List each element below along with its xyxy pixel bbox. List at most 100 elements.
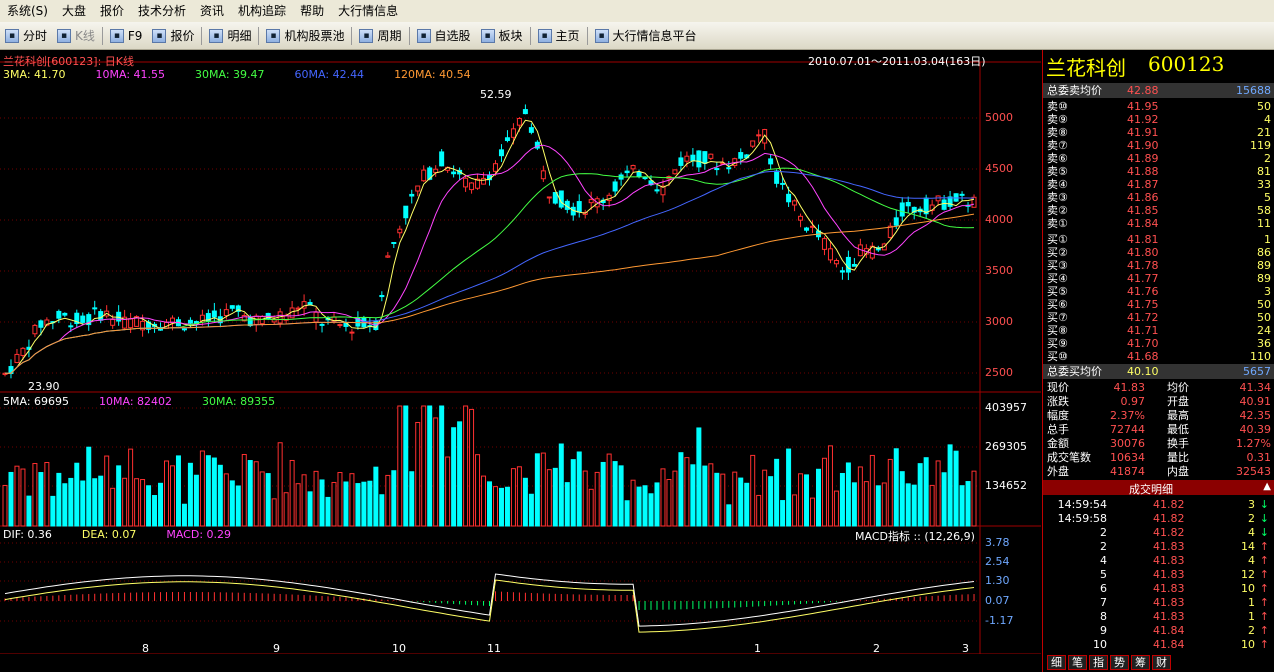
volume-bar (391, 470, 397, 527)
candle-body (774, 170, 780, 184)
trade-price: 41.83 (1153, 568, 1185, 581)
low-price-label: 23.90 (28, 380, 60, 393)
kline-chart[interactable] (0, 50, 1041, 654)
volume-bar (923, 457, 929, 527)
panel-tab[interactable]: 笔 (1068, 655, 1087, 670)
panel-tab[interactable]: 指 (1089, 655, 1108, 670)
volume-bar (666, 478, 672, 527)
volume-bar (277, 442, 283, 527)
volume-bar (14, 465, 20, 527)
volume-bar (558, 443, 564, 527)
toolbar-button-0[interactable]: ▪ 分时 (0, 25, 52, 47)
toolbar-button-9[interactable]: ▪ 主页 (533, 25, 585, 47)
ask-label: 卖⑤ (1047, 165, 1068, 178)
quote-row: 7 41.83 1 ↑ (1043, 596, 1274, 609)
volume-bar (409, 471, 415, 527)
volume-bar (259, 471, 265, 527)
chart-area[interactable]: 兰花科创[600123]: 日K线 2010.07.01～2011.03.04(… (0, 50, 1041, 654)
candle-body (528, 127, 534, 133)
candle-body (337, 324, 343, 327)
toolbar-button-2[interactable]: ▪ F9 (105, 25, 148, 47)
candle-body (409, 193, 415, 197)
ask-label: 卖⑩ (1047, 100, 1068, 113)
candle-body (798, 215, 804, 221)
bid-label: 买⑥ (1047, 298, 1068, 311)
trade-detail-header[interactable]: 成交明细 ▲ (1043, 480, 1274, 496)
stat-label: 总手 (1047, 423, 1069, 436)
quote-row: 卖② 41.85 58 (1043, 204, 1274, 217)
ask-price: 41.95 (1127, 100, 1159, 113)
axis-tick-label: 1.30 (985, 574, 1010, 587)
volume-bar (265, 473, 271, 527)
quote-row: 总手 72744 最低 40.39 (1043, 423, 1274, 436)
stat-label: 金额 (1047, 437, 1069, 450)
bid-label: 买② (1047, 246, 1068, 259)
chart-date-range: 2010.07.01～2011.03.04(163日) (808, 55, 986, 68)
panel-tab[interactable]: 筹 (1131, 655, 1150, 670)
volume-bar (98, 475, 104, 527)
toolbar-button-4[interactable]: ▪ 明细 (204, 25, 256, 47)
candle-body (792, 200, 798, 206)
menu-item-5[interactable]: 机构追踪 (231, 0, 293, 22)
panel-tab[interactable]: 细 (1047, 655, 1066, 670)
stat-label: 涨跌 (1047, 395, 1069, 408)
volume-bar (193, 474, 199, 527)
volume-bar (86, 446, 92, 527)
legend-item: 120MA: 40.54 (394, 68, 471, 81)
menu-item-6[interactable]: 帮助 (293, 0, 331, 22)
trade-price: 41.82 (1153, 526, 1185, 539)
candle-body (391, 242, 397, 245)
candle-body (893, 217, 899, 226)
volume-bar (433, 417, 439, 527)
volume-bar (804, 474, 810, 527)
panel-tab[interactable]: 势 (1110, 655, 1129, 670)
toolbar-button-10[interactable]: ▪ 大行情信息平台 (590, 25, 702, 47)
toolbar-button-5[interactable]: ▪ 机构股票池 (261, 25, 349, 47)
menu-item-4[interactable]: 资讯 (193, 0, 231, 22)
menu-item-1[interactable]: 大盘 (55, 0, 93, 22)
bid-price: 41.76 (1127, 285, 1159, 298)
trade-direction-icon: ↑ (1259, 554, 1269, 567)
trade-volume: 10 (1241, 582, 1255, 595)
bid-price: 41.70 (1127, 337, 1159, 350)
toolbar-button-1[interactable]: ▪ K线 (52, 25, 100, 47)
trade-direction-icon: ↓ (1259, 512, 1269, 525)
scroll-up-icon[interactable]: ▲ (1263, 481, 1271, 492)
menu-item-0[interactable]: 系统(S) (0, 0, 55, 22)
ask-label: 卖③ (1047, 191, 1068, 204)
volume-bar (588, 488, 594, 527)
candle-body (780, 182, 786, 185)
volume-bar (152, 495, 158, 527)
toolbar-button-8[interactable]: ▪ 板块 (476, 25, 528, 47)
toolbar-button-6[interactable]: ▪ 周期 (354, 25, 406, 47)
volume-bar (2, 484, 8, 527)
axis-tick-label: 4500 (985, 162, 1013, 175)
menu-item-3[interactable]: 技术分析 (131, 0, 193, 22)
toolbar-button-7[interactable]: ▪ 自选股 (412, 25, 476, 47)
candle-body (516, 118, 522, 126)
volume-bar (552, 467, 558, 527)
ask-volume: 81 (1257, 165, 1271, 178)
buy-avg-price: 40.10 (1127, 365, 1159, 378)
volume-bar (403, 405, 409, 527)
volume-bar (851, 482, 857, 527)
volume-bar (720, 473, 726, 527)
menu-item-2[interactable]: 报价 (93, 0, 131, 22)
toolbar-button-3[interactable]: ▪ 报价 (147, 25, 199, 47)
volume-bar (869, 454, 875, 527)
volume-bar (92, 478, 98, 527)
candle-body (62, 312, 68, 316)
bid-volume: 89 (1257, 272, 1271, 285)
volume-bar (379, 494, 385, 527)
candle-body (80, 315, 86, 323)
buy-avg-label: 总委买均价 (1047, 365, 1102, 378)
menu-item-7[interactable]: 大行情信息 (331, 0, 405, 22)
ask-volume: 11 (1257, 217, 1271, 230)
volume-bar (134, 478, 140, 527)
panel-tab[interactable]: 财 (1152, 655, 1171, 670)
trade-volume: 4 (1248, 526, 1255, 539)
ask-price: 41.90 (1127, 139, 1159, 152)
volume-bar (696, 427, 702, 527)
volume-bar (714, 472, 720, 527)
volume-bar (762, 469, 768, 527)
